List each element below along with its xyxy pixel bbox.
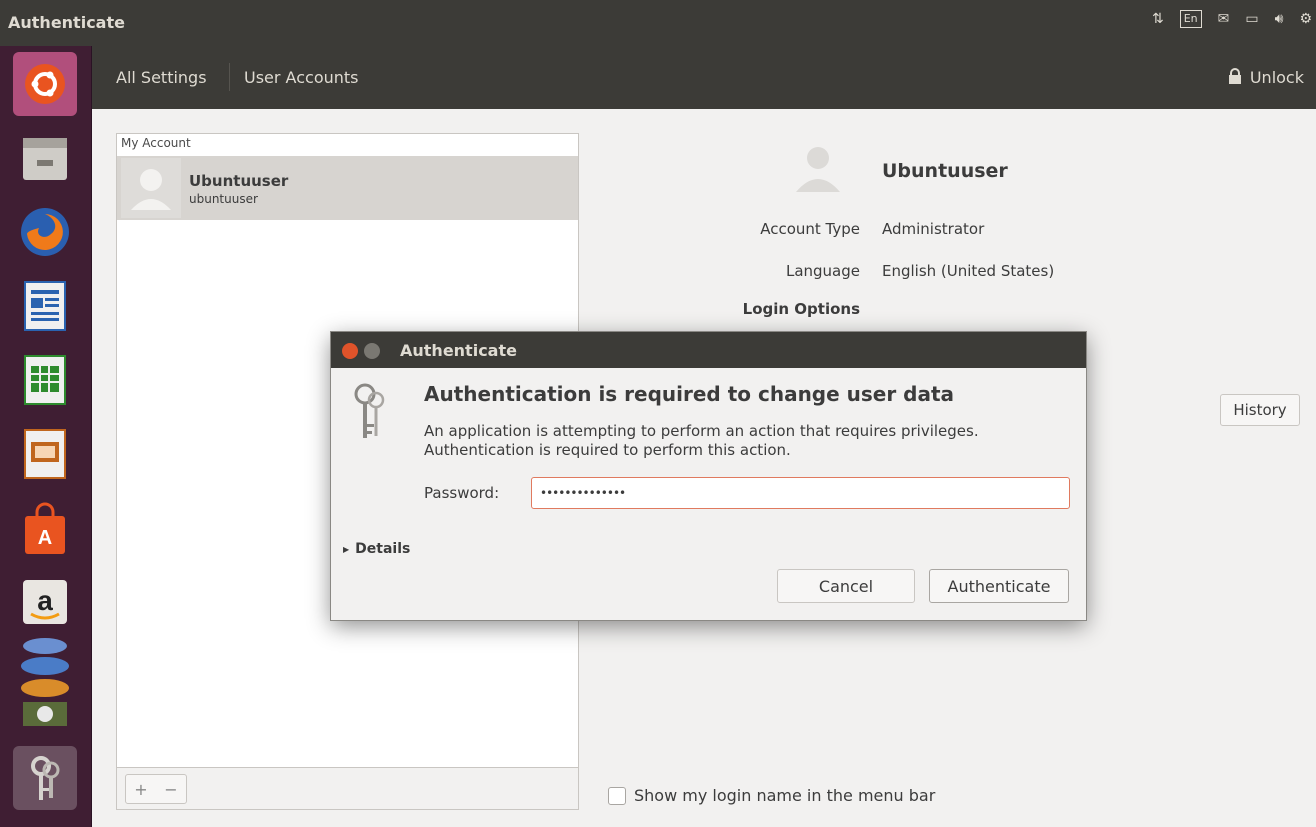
- show-login-name-checkbox[interactable]: Show my login name in the menu bar: [608, 786, 935, 805]
- account-type-value[interactable]: Administrator: [882, 220, 984, 238]
- close-icon[interactable]: [342, 343, 358, 359]
- gear-icon[interactable]: ⚙: [1299, 11, 1312, 27]
- top-panel-title: Authenticate: [8, 13, 125, 32]
- checkbox-box[interactable]: [608, 786, 626, 805]
- calc-icon[interactable]: [13, 348, 77, 412]
- ubuntu-dash-icon[interactable]: [13, 52, 77, 116]
- triangle-right-icon: ▶: [343, 544, 350, 554]
- indicator-area: ⇅ En ✉ ▭ 🔊︎ ⚙: [1152, 10, 1312, 28]
- header-bar: All Settings User Accounts Unlock: [92, 46, 1316, 109]
- software-center-icon[interactable]: A: [13, 498, 77, 562]
- user-accounts-crumb[interactable]: User Accounts: [232, 46, 371, 109]
- all-settings-button[interactable]: All Settings: [104, 46, 219, 109]
- account-row[interactable]: Ubuntuuser ubuntuuser: [117, 156, 578, 220]
- add-user-button[interactable]: +: [134, 780, 147, 799]
- keys-icon[interactable]: [13, 746, 77, 810]
- history-button[interactable]: History: [1220, 394, 1300, 426]
- stacked-apps-icon[interactable]: [13, 626, 77, 746]
- language-label: Language: [785, 262, 860, 280]
- details-expander[interactable]: ▶ Details: [343, 541, 410, 557]
- remove-user-button[interactable]: −: [164, 780, 177, 799]
- amazon-icon[interactable]: a: [13, 570, 77, 634]
- crumb-separator: [229, 63, 230, 91]
- lock-icon: [1228, 67, 1242, 88]
- firefox-icon[interactable]: [13, 200, 77, 264]
- list-toolbar: + −: [117, 767, 578, 809]
- top-panel: Authenticate ⇅ En ✉ ▭ 🔊︎ ⚙: [0, 0, 1316, 46]
- keys-icon: [349, 380, 389, 444]
- language-value[interactable]: English (United States): [882, 262, 1054, 280]
- impress-icon[interactable]: [13, 422, 77, 486]
- cancel-button[interactable]: Cancel: [777, 569, 915, 603]
- dialog-message: An application is attempting to perform …: [424, 422, 979, 459]
- authenticate-button[interactable]: Authenticate: [929, 569, 1069, 603]
- account-type-label: Account Type: [760, 220, 860, 238]
- my-account-label: My Account: [121, 136, 191, 150]
- show-login-name-label: Show my login name in the menu bar: [634, 786, 936, 805]
- dialog-heading: Authentication is required to change use…: [424, 382, 955, 406]
- unlock-label: Unlock: [1249, 68, 1304, 87]
- unlock-button[interactable]: Unlock: [1228, 46, 1304, 109]
- account-name: Ubuntuuser: [189, 172, 289, 190]
- user-name-title[interactable]: Ubuntuuser: [882, 160, 1008, 182]
- keyboard-layout-icon[interactable]: En: [1179, 10, 1202, 28]
- svg-text:a: a: [37, 585, 53, 616]
- password-label: Password:: [424, 484, 500, 502]
- mail-icon[interactable]: ✉: [1218, 11, 1230, 27]
- writer-icon[interactable]: [13, 274, 77, 338]
- avatar: [121, 158, 181, 218]
- account-login: ubuntuuser: [189, 192, 258, 206]
- svg-text:A: A: [38, 527, 52, 549]
- files-icon[interactable]: [13, 126, 77, 190]
- login-options-label: Login Options: [742, 300, 860, 318]
- launcher: A a: [0, 46, 92, 827]
- minimize-icon[interactable]: [364, 343, 380, 359]
- details-label: Details: [355, 541, 411, 557]
- user-avatar[interactable]: [788, 138, 848, 198]
- volume-icon[interactable]: 🔊︎: [1275, 11, 1284, 27]
- authenticate-dialog: Authenticate Authentication is required …: [331, 332, 1086, 620]
- password-input[interactable]: [531, 477, 1070, 509]
- battery-icon[interactable]: ▭: [1245, 11, 1258, 27]
- add-remove-group: + −: [125, 774, 187, 804]
- dialog-titlebar: Authenticate: [331, 332, 1086, 368]
- dialog-title: Authenticate: [400, 341, 517, 360]
- network-arrows-icon[interactable]: ⇅: [1152, 11, 1164, 27]
